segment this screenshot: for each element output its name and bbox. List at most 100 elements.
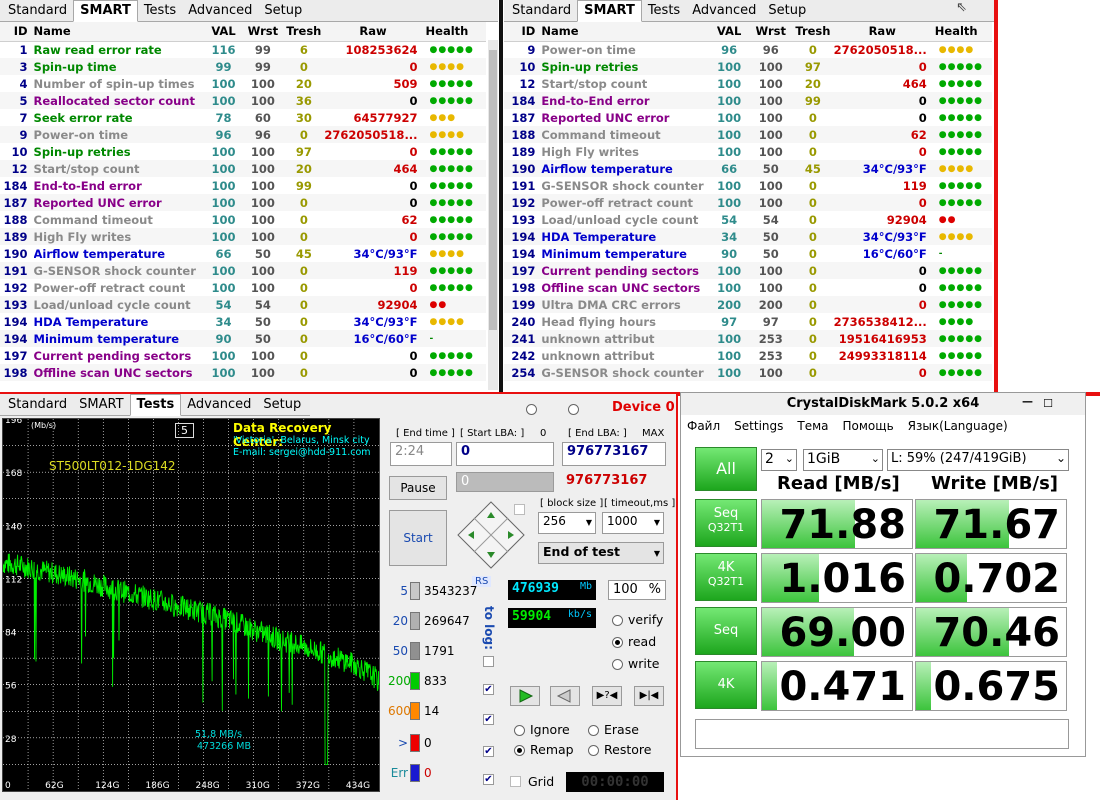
menu-item[interactable]: Тема — [797, 419, 828, 433]
table-row[interactable]: 1 Raw read error rate 116 99 6 108253624 ●●●●● — [0, 41, 486, 58]
start-button[interactable]: Start — [389, 510, 447, 566]
tab-setup[interactable]: Setup — [258, 1, 308, 21]
start-lba-field[interactable]: 0 — [456, 442, 554, 466]
log-checkbox-50[interactable] — [483, 656, 494, 667]
tab-setup[interactable]: Setup — [762, 1, 812, 21]
erase-radio[interactable]: Erase — [588, 722, 639, 737]
minimize-icon[interactable]: — — [1022, 391, 1033, 413]
table-row[interactable]: 190 Airflow temperature 66 50 45 34°C/93°F ●●●… — [504, 160, 992, 177]
ignore-radio[interactable]: Ignore — [514, 722, 570, 737]
log-checkbox-200[interactable]: ✔ — [483, 684, 494, 695]
table-row[interactable]: 10 Spin-up retries 100 100 97 0 ●●●●● — [0, 143, 486, 160]
col-tresh[interactable]: Tresh — [283, 22, 325, 42]
col-health[interactable]: Health — [421, 22, 486, 42]
table-row[interactable]: 9 Power-on time 96 96 0 2762050518... ●●●● — [504, 41, 992, 58]
table-row[interactable]: 240 Head flying hours 97 97 0 2736538412... ●●… — [504, 313, 992, 330]
col-wrst[interactable]: Wrst — [242, 22, 284, 42]
table-row[interactable]: 9 Power-on time 96 96 0 2762050518... ●●●● — [0, 126, 486, 143]
col-val[interactable]: VAL — [708, 22, 750, 42]
table-row[interactable]: 197 Current pending sectors 100 100 0 0 ●●●●● — [0, 347, 486, 364]
log-checkbox-over[interactable]: ✔ — [483, 746, 494, 757]
menu-item[interactable]: Помощь — [843, 419, 894, 433]
log-checkbox-err[interactable]: ✔ — [483, 774, 494, 785]
table-row[interactable]: 3 Spin-up time 99 99 0 0 ●●●● — [0, 58, 486, 75]
col-val[interactable]: VAL — [204, 22, 243, 42]
col-raw[interactable]: Raw — [324, 22, 422, 42]
col-id[interactable]: ID — [504, 22, 542, 42]
tab-smart[interactable]: SMART — [73, 395, 129, 415]
tab-advanced[interactable]: Advanced — [686, 1, 762, 21]
test-button[interactable]: Seq — [695, 607, 757, 655]
table-row[interactable]: 4 Number of spin-up times 100 100 20 509 ●●●●● — [0, 75, 486, 92]
test-button[interactable]: 4K Q32T1 — [695, 553, 757, 601]
start-lba-zero[interactable]: 0 — [540, 428, 546, 439]
table-row[interactable]: 187 Reported UNC error 100 100 0 0 ●●●●● — [0, 194, 486, 211]
end-lba-max[interactable]: MAX — [642, 428, 664, 439]
table-row[interactable]: 187 Reported UNC error 100 100 0 0 ●●●●● — [504, 109, 992, 126]
tab-standard[interactable]: Standard — [2, 395, 73, 415]
table-row[interactable]: 193 Load/unload cycle count 54 54 0 92904 ●● — [0, 296, 486, 313]
radio-option-2[interactable] — [568, 402, 584, 415]
table-row[interactable]: 194 Minimum temperature 90 50 0 16°C/60°F - — [0, 330, 486, 347]
table-row[interactable]: 184 End-to-End error 100 100 99 0 ●●●●● — [504, 92, 992, 109]
col-tresh[interactable]: Tresh — [792, 22, 834, 42]
timeout-select[interactable]: 1000 ▼ — [602, 512, 664, 534]
table-row[interactable]: 194 HDA Temperature 34 50 0 34°C/93°F ●●●● — [0, 313, 486, 330]
table-row[interactable]: 12 Start/stop count 100 100 20 464 ●●●●● — [0, 160, 486, 177]
col-raw[interactable]: Raw — [833, 22, 931, 42]
tab-smart[interactable]: SMART — [577, 0, 642, 22]
block-size-select[interactable]: 256 ▼ — [538, 512, 596, 534]
restore-radio[interactable]: Restore — [588, 742, 651, 757]
table-row[interactable]: 194 Minimum temperature 90 50 0 16°C/60°F - — [504, 245, 992, 262]
all-button[interactable]: All — [695, 447, 757, 491]
table-row[interactable]: 5 Reallocated sector count 100 100 36 0 ●●●●● — [0, 92, 486, 109]
table-row[interactable]: 191 G-SENSOR shock counter 100 100 0 119 ●●●●● — [0, 262, 486, 279]
table-row[interactable]: 198 Offline scan UNC sectors 100 100 0 0 ●●●●● — [0, 364, 486, 381]
table-row[interactable]: 188 Command timeout 100 100 0 62 ●●●●● — [0, 211, 486, 228]
log-checkbox-600[interactable]: ✔ — [483, 714, 494, 725]
play-button[interactable] — [510, 686, 540, 706]
verify-radio[interactable]: verify — [612, 612, 663, 627]
table-row[interactable]: 189 High Fly writes 100 100 0 0 ●●●●● — [504, 143, 992, 160]
tab-smart[interactable]: SMART — [73, 0, 138, 22]
read-radio[interactable]: read — [612, 634, 656, 649]
table-row[interactable]: 197 Current pending sectors 100 100 0 0 ●●●●● — [504, 262, 992, 279]
end-lba-field[interactable]: 976773167 — [562, 442, 666, 466]
table-row[interactable]: 192 Power-off retract count 100 100 0 0 ●●●●● — [0, 279, 486, 296]
table-row[interactable]: 193 Load/unload cycle count 54 54 0 92904 ●● — [504, 211, 992, 228]
table-row[interactable]: 12 Start/stop count 100 100 20 464 ●●●●● — [504, 75, 992, 92]
table-row[interactable]: 184 End-to-End error 100 100 99 0 ●●●●● — [0, 177, 486, 194]
tab-tests[interactable]: Tests — [129, 394, 182, 416]
back-button[interactable] — [550, 686, 580, 706]
menu-item[interactable]: Язык(Language) — [908, 419, 1008, 433]
col-id[interactable]: ID — [0, 22, 34, 42]
table-row[interactable]: 188 Command timeout 100 100 0 62 ●●●●● — [504, 126, 992, 143]
tab-tests[interactable]: Tests — [642, 1, 686, 21]
drive-select[interactable]: L: 59% (247/419GiB) ⌄ — [887, 449, 1069, 471]
menu-item[interactable]: Settings — [734, 419, 783, 433]
table-row[interactable]: 191 G-SENSOR shock counter 100 100 0 119 ●●●●● — [504, 177, 992, 194]
comment-field[interactable] — [695, 719, 1069, 749]
tab-tests[interactable]: Tests — [138, 1, 182, 21]
pause-button[interactable]: Pause — [389, 476, 447, 500]
maximize-icon[interactable]: ☐ — [1043, 393, 1053, 415]
scroll-thumb[interactable] — [489, 50, 497, 330]
tab-standard[interactable]: Standard — [2, 1, 73, 21]
test-button[interactable]: Seq Q32T1 — [695, 499, 757, 547]
end-time-field[interactable]: 2:24 — [390, 442, 452, 466]
table-row[interactable]: 10 Spin-up retries 100 100 97 0 ●●●●● — [504, 58, 992, 75]
write-radio[interactable]: write — [612, 656, 659, 671]
table-row[interactable]: 192 Power-off retract count 100 100 0 0 ●●●●● — [504, 194, 992, 211]
tab-advanced[interactable]: Advanced — [182, 1, 258, 21]
tab-advanced[interactable]: Advanced — [181, 395, 257, 415]
checkbox-small[interactable] — [514, 504, 525, 515]
table-row[interactable]: 198 Offline scan UNC sectors 100 100 0 0 ●●●●● — [504, 279, 992, 296]
radio-option-1[interactable] — [526, 402, 542, 415]
size-select[interactable]: 1GiB ⌄ — [803, 449, 883, 471]
test-button[interactable]: 4K — [695, 661, 757, 709]
count-select[interactable]: 2 ⌄ — [761, 449, 797, 471]
col-name[interactable]: Name — [541, 22, 709, 42]
end-button[interactable]: ▶|◀ — [634, 686, 664, 706]
table-row[interactable]: 199 Ultra DMA CRC errors 200 200 0 0 ●●●●● — [504, 296, 992, 313]
table-row[interactable]: 190 Airflow temperature 66 50 45 34°C/93°F ●●●… — [0, 245, 486, 262]
